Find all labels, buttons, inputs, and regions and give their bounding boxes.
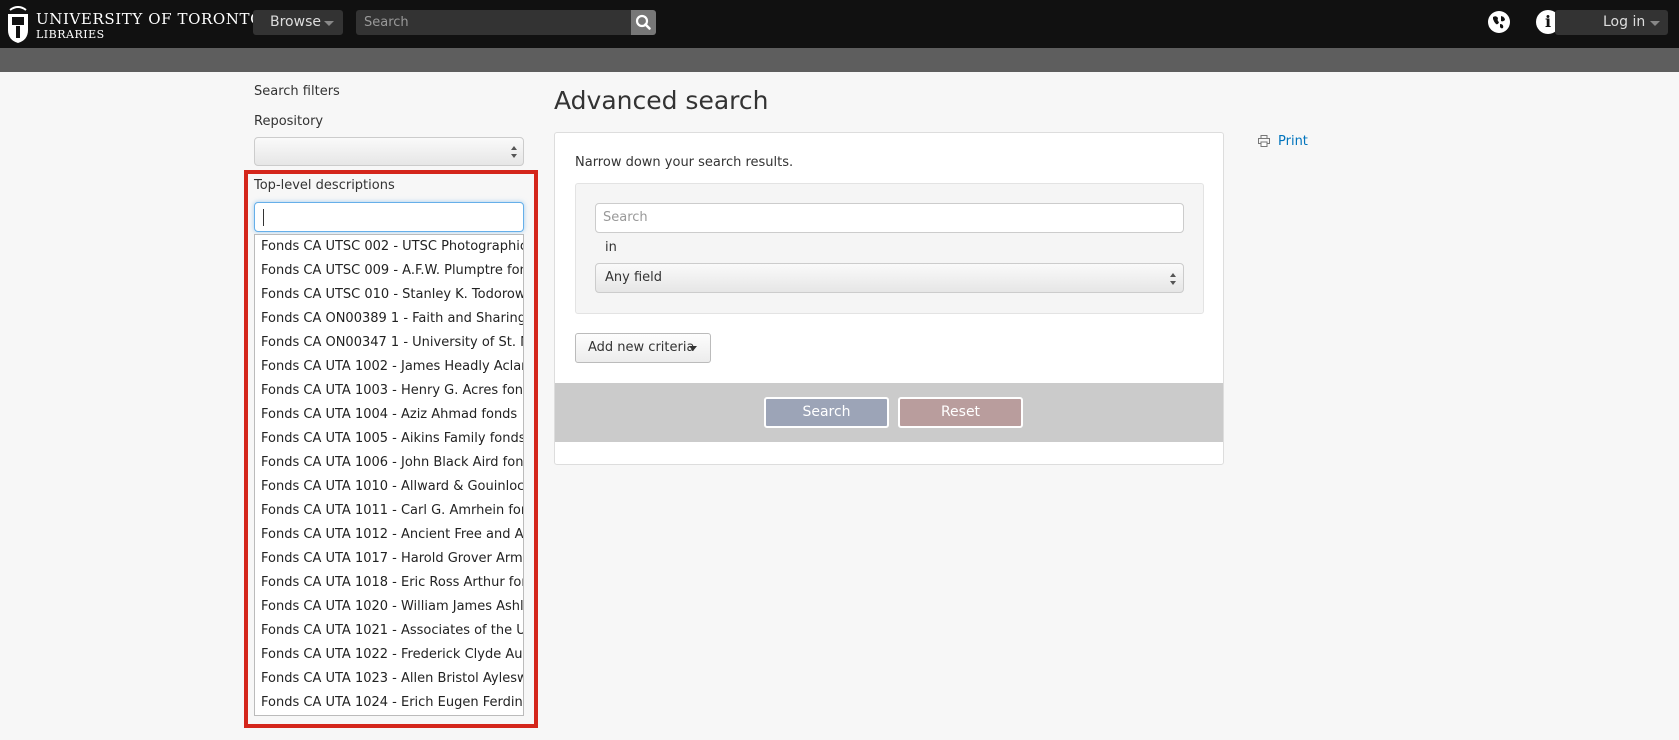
- login-label: Log in: [1603, 14, 1646, 30]
- text-cursor: [263, 209, 264, 226]
- list-item[interactable]: Fonds CA UTSC 010 - Stanley K. Todorow f…: [255, 283, 523, 307]
- print-icon: [1258, 135, 1270, 147]
- list-item[interactable]: Fonds CA UTA 1017 - Harold Grover Armstr…: [255, 547, 523, 571]
- logo-title: UNIVERSITY OF TORONTO: [36, 10, 264, 28]
- search-icon: [635, 14, 651, 30]
- query-input[interactable]: Search: [595, 203, 1184, 233]
- top-level-descriptions-input[interactable]: [254, 202, 524, 232]
- logo-subtitle: LIBRARIES: [36, 28, 105, 41]
- list-item[interactable]: Fonds CA UTA 1012 - Ancient Free and Acc…: [255, 523, 523, 547]
- list-item[interactable]: Fonds CA UTA 1002 - James Headly Acland …: [255, 355, 523, 379]
- list-item[interactable]: Fonds CA UTA 1020 - William James Ashley…: [255, 595, 523, 619]
- list-item[interactable]: Fonds CA UTA 1021 - Associates of the Un…: [255, 619, 523, 643]
- list-item[interactable]: Fonds CA UTA 1003 - Henry G. Acres fonds: [255, 379, 523, 403]
- list-item[interactable]: Fonds CA UTA 1011 - Carl G. Amrhein fond…: [255, 499, 523, 523]
- search-button[interactable]: Search: [764, 397, 889, 428]
- list-item[interactable]: Fonds CA UTA 1005 - Aikins Family fonds: [255, 427, 523, 451]
- repository-select[interactable]: [254, 137, 524, 166]
- field-select[interactable]: Any field: [595, 263, 1184, 293]
- list-item[interactable]: Fonds CA UTA 1023 - Allen Bristol Aylesw…: [255, 667, 523, 691]
- search-submit-button[interactable]: [631, 10, 656, 35]
- print-link[interactable]: Print: [1258, 134, 1308, 149]
- browse-label: Browse: [270, 14, 321, 30]
- form-actions-bar: [555, 383, 1223, 442]
- print-label: Print: [1278, 134, 1308, 149]
- page-title: Advanced search: [554, 86, 769, 115]
- chevron-down-icon: [1650, 21, 1660, 26]
- list-item[interactable]: Fonds CA UTA 1024 - Erich Eugen Ferdinan…: [255, 691, 523, 715]
- list-item[interactable]: Fonds CA UTA 1006 - John Black Aird fond…: [255, 451, 523, 475]
- select-arrows-icon: [511, 146, 517, 158]
- in-label: in: [605, 240, 617, 255]
- field-select-value: Any field: [605, 270, 663, 285]
- add-new-criteria-label: Add new criteria: [588, 340, 695, 355]
- list-item[interactable]: Fonds CA UTA 1004 - Aziz Ahmad fonds: [255, 403, 523, 427]
- global-search-input[interactable]: [356, 10, 631, 35]
- list-item[interactable]: Fonds CA UTA 1022 - Frederick Clyde Auld…: [255, 643, 523, 667]
- list-item[interactable]: Fonds CA ON00389 1 - Faith and Sharing F…: [255, 307, 523, 331]
- top-level-descriptions-label: Top-level descriptions: [254, 178, 395, 193]
- login-button[interactable]: Log in: [1555, 10, 1668, 35]
- global-search[interactable]: [356, 10, 631, 35]
- crest-icon: [8, 6, 28, 43]
- globe-icon[interactable]: [1487, 10, 1511, 34]
- list-item[interactable]: Fonds CA UTSC 002 - UTSC Photographic Se…: [255, 235, 523, 259]
- add-new-criteria-button[interactable]: Add new criteria: [575, 333, 711, 363]
- list-item[interactable]: Fonds CA UTA 1018 - Eric Ross Arthur fon…: [255, 571, 523, 595]
- top-level-descriptions-list[interactable]: Fonds CA UTSC 002 - UTSC Photographic Se…: [254, 234, 524, 716]
- narrow-text: Narrow down your search results.: [575, 155, 794, 170]
- list-item[interactable]: Fonds CA UTSC 009 - A.F.W. Plumptre fond…: [255, 259, 523, 283]
- site-logo[interactable]: UNIVERSITY OF TORONTO LIBRARIES: [6, 6, 263, 48]
- list-item[interactable]: Fonds CA UTA 1010 - Allward & Gouinlock …: [255, 475, 523, 499]
- list-item[interactable]: Fonds CA ON00347 1 - University of St. M…: [255, 331, 523, 355]
- search-filters-title: Search filters: [254, 84, 340, 99]
- browse-button[interactable]: Browse: [253, 10, 343, 35]
- repository-label: Repository: [254, 114, 324, 129]
- select-arrows-icon: [1170, 273, 1176, 285]
- sub-navbar: [0, 48, 1679, 72]
- chevron-down-icon: [324, 21, 334, 26]
- caret-down-icon: [689, 346, 697, 351]
- reset-button[interactable]: Reset: [898, 397, 1023, 428]
